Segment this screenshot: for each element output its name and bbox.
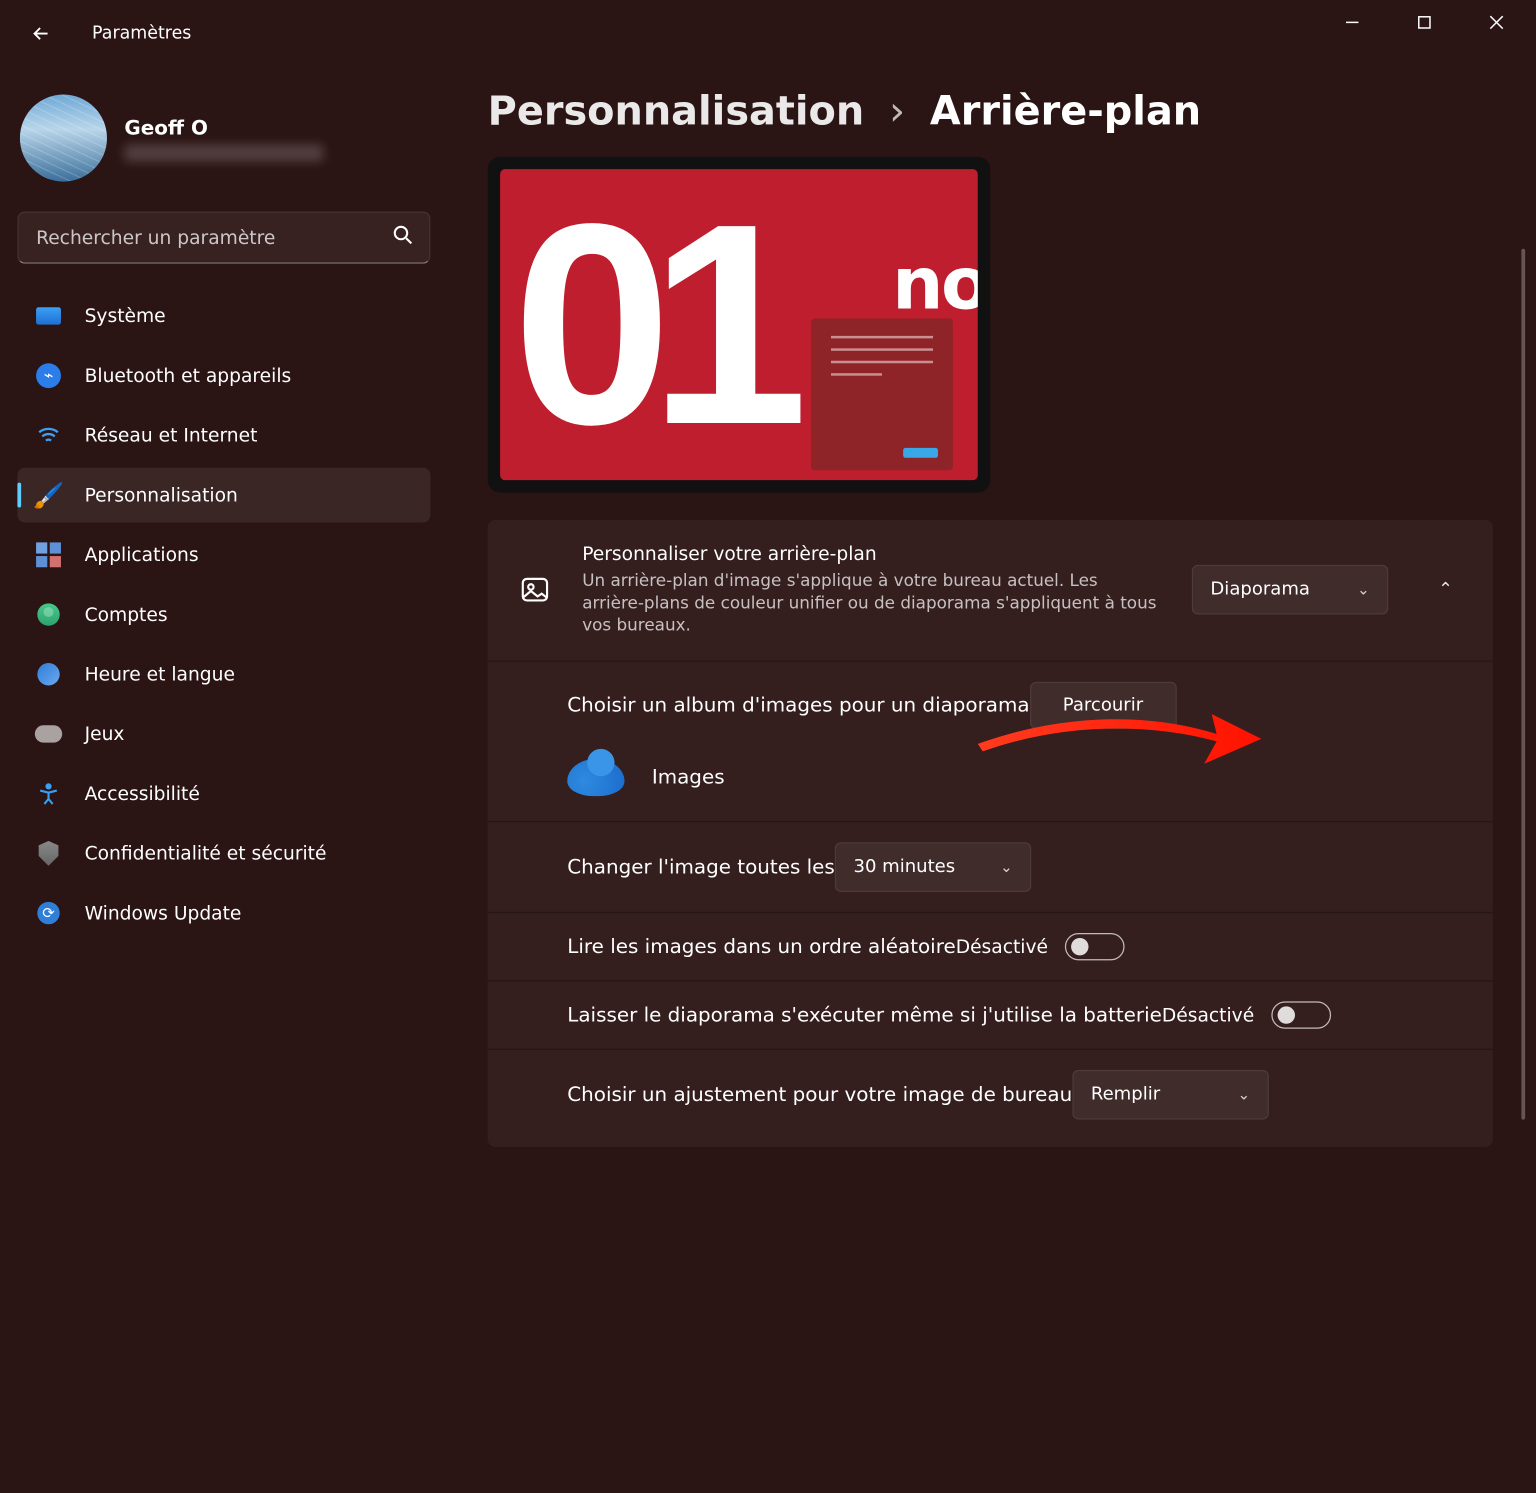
nav-label: Confidentialité et sécurité	[85, 842, 327, 864]
accessibility-icon	[35, 780, 62, 807]
select-value: Diaporama	[1210, 580, 1310, 600]
toggle-state-label: Désactivé	[1162, 1003, 1254, 1025]
setting-title: Lire les images dans un ordre aléatoire	[567, 934, 955, 958]
setting-choose-album: Choisir un album d'images pour un diapor…	[488, 660, 1493, 820]
close-icon	[1489, 15, 1504, 30]
sidebar: Geoff O Système Bluetooth et appareils	[0, 67, 448, 1197]
nav-label: Accessibilité	[85, 782, 200, 804]
nav-label: Applications	[85, 544, 199, 566]
apps-icon	[35, 541, 62, 568]
setting-title: Laisser le diaporama s'exécuter même si …	[567, 1003, 1162, 1027]
nav-label: Réseau et Internet	[85, 424, 258, 446]
setting-title: Personnaliser votre arrière-plan	[582, 542, 1162, 564]
setting-personalize-background[interactable]: Personnaliser votre arrière-plan Un arri…	[488, 520, 1493, 660]
setting-title: Changer l'image toutes les	[567, 855, 835, 879]
chevron-down-icon: ⌄	[1357, 581, 1370, 598]
album-folder-row[interactable]: Images	[567, 751, 1463, 801]
monitor-icon	[35, 302, 62, 329]
background-type-select[interactable]: Diaporama ⌄	[1192, 565, 1389, 615]
gamepad-icon	[35, 720, 62, 747]
back-button[interactable]	[12, 5, 69, 62]
fit-select[interactable]: Remplir ⌄	[1072, 1069, 1269, 1119]
nav-system[interactable]: Système	[17, 289, 430, 344]
onedrive-icon	[567, 758, 624, 795]
update-icon: ⟳	[35, 899, 62, 926]
nav-accessibility[interactable]: Accessibilité	[17, 766, 430, 821]
nav-label: Bluetooth et appareils	[85, 364, 292, 386]
chevron-down-icon: ⌄	[1238, 1086, 1251, 1103]
setting-fit: Choisir un ajustement pour votre image d…	[488, 1048, 1493, 1146]
nav-label: Heure et langue	[85, 663, 235, 685]
titlebar: Paramètres	[0, 0, 1533, 67]
bluetooth-icon	[35, 362, 62, 389]
maximize-icon	[1417, 15, 1432, 30]
paintbrush-icon: 🖌️	[35, 481, 62, 508]
breadcrumb-current: Arrière-plan	[930, 87, 1201, 134]
nav-accounts[interactable]: Comptes	[17, 587, 430, 642]
nav-privacy[interactable]: Confidentialité et sécurité	[17, 826, 430, 881]
setting-title: Choisir un album d'images pour un diapor…	[567, 693, 1029, 717]
setting-battery: Laisser le diaporama s'exécuter même si …	[488, 980, 1493, 1048]
nav-label: Windows Update	[85, 902, 242, 924]
setting-change-every: Changer l'image toutes les 30 minutes ⌄	[488, 821, 1493, 912]
nav-label: Système	[85, 305, 166, 327]
user-name: Geoff O	[124, 115, 323, 139]
nav-label: Comptes	[85, 603, 168, 625]
nav-gaming[interactable]: Jeux	[17, 707, 430, 762]
interval-select[interactable]: 30 minutes ⌄	[835, 842, 1032, 892]
maximize-button[interactable]	[1388, 0, 1460, 45]
nav-network[interactable]: Réseau et Internet	[17, 408, 430, 463]
minimize-button[interactable]	[1316, 0, 1388, 45]
nav-time[interactable]: Heure et langue	[17, 647, 430, 702]
profile-block[interactable]: Geoff O	[17, 85, 430, 212]
nav-personalization[interactable]: 🖌️ Personnalisation	[17, 468, 430, 523]
setting-shuffle: Lire les images dans un ordre aléatoire …	[488, 911, 1493, 979]
select-value: Remplir	[1091, 1084, 1160, 1104]
setting-description: Un arrière-plan d'image s'applique à vot…	[582, 570, 1162, 638]
arrow-left-icon	[30, 22, 52, 44]
toggle-state-label: Désactivé	[956, 935, 1048, 957]
scrollbar-thumb[interactable]	[1521, 249, 1525, 1120]
nav-label: Personnalisation	[85, 484, 238, 506]
nav-list: Système Bluetooth et appareils Réseau et…	[17, 289, 430, 941]
minimize-icon	[1345, 15, 1360, 30]
close-button[interactable]	[1460, 0, 1532, 45]
chevron-right-icon: ›	[889, 87, 905, 134]
preview-logo-text: 01	[513, 169, 786, 480]
expand-toggle[interactable]: ⌃	[1428, 580, 1463, 600]
browse-button[interactable]: Parcourir	[1030, 681, 1177, 728]
nav-label: Jeux	[85, 723, 125, 745]
shuffle-toggle[interactable]	[1065, 933, 1125, 960]
folder-name: Images	[652, 765, 725, 789]
shield-icon	[35, 840, 62, 867]
setting-title: Choisir un ajustement pour votre image d…	[567, 1082, 1072, 1106]
avatar	[20, 95, 107, 182]
window-title: Paramètres	[92, 24, 191, 44]
wifi-icon	[35, 422, 62, 449]
battery-toggle[interactable]	[1272, 1001, 1332, 1028]
search-box[interactable]	[17, 211, 430, 263]
nav-bluetooth[interactable]: Bluetooth et appareils	[17, 348, 430, 403]
chevron-down-icon: ⌄	[1000, 858, 1013, 875]
search-icon	[391, 223, 416, 253]
nav-apps[interactable]: Applications	[17, 527, 430, 582]
main-content: Personnalisation › Arrière-plan 01 not	[448, 67, 1533, 1197]
nav-update[interactable]: ⟳ Windows Update	[17, 886, 430, 941]
preview-brand-suffix: not	[892, 241, 978, 321]
wallpaper-preview: 01 not	[488, 157, 991, 493]
breadcrumb: Personnalisation › Arrière-plan	[488, 87, 1533, 134]
person-icon	[35, 601, 62, 628]
settings-group: Personnaliser votre arrière-plan Un arri…	[488, 520, 1493, 1147]
image-icon	[518, 573, 553, 608]
search-input[interactable]	[17, 211, 430, 263]
clock-icon	[35, 661, 62, 688]
user-email-redacted	[124, 144, 323, 161]
button-label: Parcourir	[1063, 695, 1143, 715]
breadcrumb-parent[interactable]: Personnalisation	[488, 87, 865, 134]
select-value: 30 minutes	[853, 857, 955, 877]
preview-app-mock	[811, 318, 953, 470]
